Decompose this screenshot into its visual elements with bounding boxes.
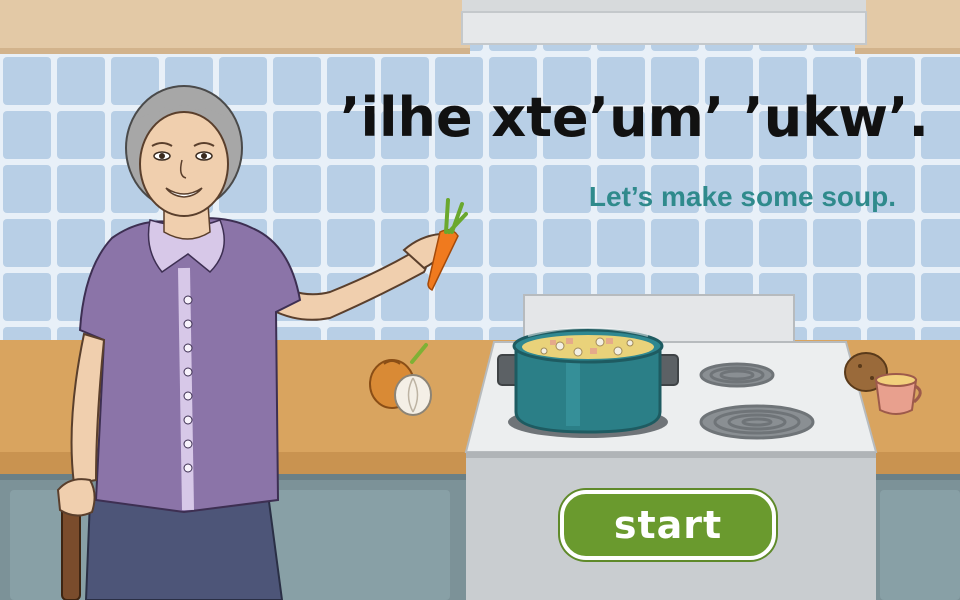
- start-button-label: start: [613, 503, 723, 547]
- upper-cabinet-left: [0, 0, 470, 52]
- burner-front-right: [699, 404, 815, 440]
- burner-back-right: [699, 362, 775, 388]
- upper-cabinet-right: [855, 0, 960, 52]
- start-button[interactable]: start: [560, 490, 776, 560]
- range-hood: [461, 0, 867, 45]
- kitchen-scene: ’ilhe xte’um’ ’ukw’. Let’s make some sou…: [0, 0, 960, 600]
- soup-pot-icon: [497, 327, 679, 434]
- lesson-subtitle: Let’s make some soup.: [588, 181, 896, 212]
- lesson-title: ’ilhe xte’um’ ’ukw’.: [340, 86, 929, 149]
